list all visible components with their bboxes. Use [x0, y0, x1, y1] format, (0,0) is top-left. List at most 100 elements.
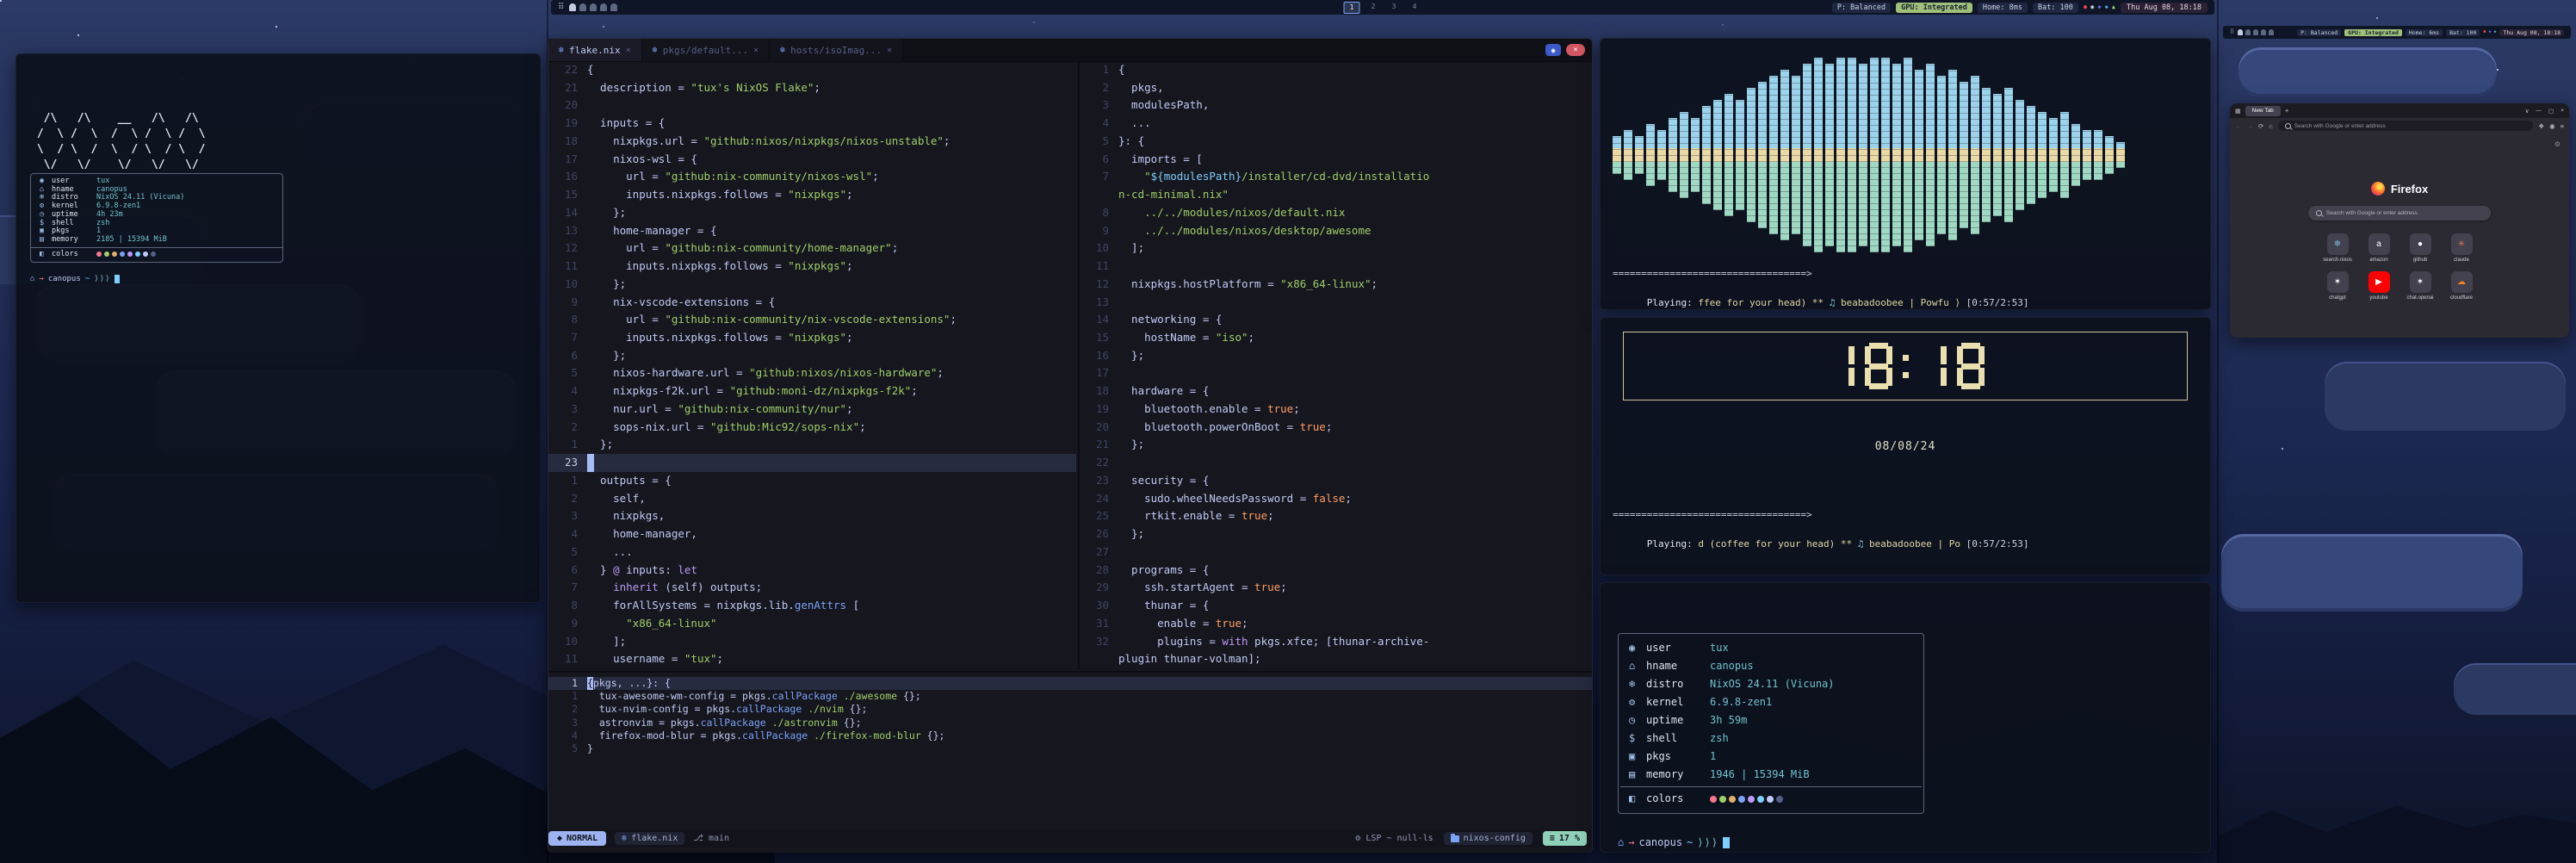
shortcut-tile[interactable]: aamazon: [2360, 233, 2398, 263]
tag-icon[interactable]: [2238, 29, 2243, 35]
volume-tray-icon[interactable]: ▲: [2112, 4, 2115, 10]
maximize-button[interactable]: ▢: [2548, 108, 2554, 115]
tag-icon[interactable]: [590, 3, 597, 11]
clock-widget[interactable]: Thu Aug 08, 18:18: [2499, 29, 2564, 36]
workspace-4[interactable]: 4: [1408, 2, 1422, 12]
line-number: 14: [1080, 311, 1118, 329]
secondary-top-bar: ⠿ P: BalancedGPU: Integrated Home: 6msBat…: [2223, 26, 2571, 39]
firefox-window[interactable]: ▦ New Tab + ∨ — ▢ × ← → ⟳ ⌂ Search with …: [2230, 103, 2569, 338]
search-input[interactable]: Search with Google or enter address: [2308, 206, 2491, 220]
chat-tray-icon[interactable]: ◉: [2090, 4, 2094, 10]
shortcut-tile[interactable]: ●github: [2401, 233, 2439, 263]
fetch-label: pkgs: [1646, 748, 1710, 766]
shortcut-tile[interactable]: ▶youtube: [2360, 271, 2398, 301]
extensions-icon[interactable]: ❖: [2538, 122, 2544, 130]
discord-tray-icon[interactable]: ◆: [2488, 30, 2491, 34]
visualizer-bar: [1769, 76, 1778, 234]
close-window-button[interactable]: ×: [1566, 44, 1585, 56]
forward-button[interactable]: →: [2247, 122, 2254, 130]
close-tab-icon[interactable]: ×: [753, 46, 759, 55]
color-dot: [104, 251, 109, 257]
tag-icon[interactable]: [579, 3, 586, 11]
menu-icon[interactable]: ⠿: [558, 3, 564, 12]
editor-window[interactable]: ❄flake.nix×❄pkgs/default...×❄hosts/isoIm…: [548, 38, 1593, 853]
shortcut-tile[interactable]: ✶chatgpt: [2319, 271, 2356, 301]
line-number: 6: [548, 562, 587, 580]
tag-icon[interactable]: [2261, 29, 2266, 35]
telegram-tray-icon[interactable]: ◆: [2105, 4, 2108, 10]
back-button[interactable]: ←: [2235, 122, 2242, 130]
workspace-1[interactable]: 1: [1344, 2, 1360, 14]
reload-button[interactable]: ⟳: [2258, 122, 2263, 130]
shell-prompt[interactable]: ⌂ → canopus ~ ⟩⟩⟩: [1618, 836, 1730, 848]
status-badge[interactable]: Home: 6ms: [2406, 29, 2443, 36]
color-dot: [112, 251, 117, 257]
status-badge[interactable]: Bat: 100: [2446, 29, 2480, 36]
account-icon[interactable]: ◉: [2549, 122, 2555, 130]
tag-icon[interactable]: [569, 3, 576, 11]
status-badge[interactable]: P: Balanced: [2297, 29, 2341, 36]
clock-widget[interactable]: Thu Aug 08, 18:18: [2121, 3, 2208, 13]
firefox-view-icon[interactable]: ▦: [2235, 108, 2241, 115]
minimize-button[interactable]: —: [2536, 108, 2542, 114]
code-line: 5}: [548, 742, 1592, 755]
status-badge[interactable]: Home: 8ms: [1978, 3, 2028, 13]
editor-tab[interactable]: ❄hosts/isoImag...×: [770, 39, 903, 61]
shortcut-tile[interactable]: ✶chat.openai: [2401, 271, 2439, 301]
new-tab-button[interactable]: +: [2285, 107, 2289, 115]
git-branch[interactable]: ⎇ main: [693, 834, 729, 843]
line-number: 32: [1080, 633, 1118, 651]
status-badge[interactable]: GPU: Integrated: [1896, 3, 1972, 13]
record-tray-icon[interactable]: ●: [2483, 30, 2486, 34]
file-chip[interactable]: ❄ flake.nix: [615, 832, 684, 845]
code-text: {: [587, 61, 594, 79]
code-line: 5 nixos-hardware.url = "github:nixos/nix…: [548, 364, 1076, 382]
tag-icon[interactable]: [2245, 29, 2251, 35]
tag-icon[interactable]: [2253, 29, 2258, 35]
project-chip[interactable]: nixos-config: [1444, 832, 1533, 845]
telegram-tray-icon[interactable]: ◆: [2493, 30, 2496, 34]
line-number: 26: [1080, 525, 1118, 543]
workspace-2[interactable]: 2: [1366, 2, 1381, 12]
panel-toggle-button[interactable]: ◉: [1545, 44, 1561, 56]
tag-icon[interactable]: [610, 3, 617, 11]
status-badge[interactable]: P: Balanced: [1832, 3, 1891, 13]
shortcut-tile[interactable]: ☁cloudflare: [2443, 271, 2480, 301]
code-pane-iso[interactable]: 1{2 pkgs,3 modulesPath,4 ...5}: {6 impor…: [1078, 61, 1592, 669]
tag-icon[interactable]: [2269, 29, 2274, 35]
fetch-row: ❄distroNixOS 24.11 (Vicuna): [1629, 675, 1913, 693]
close-button[interactable]: ×: [2561, 108, 2564, 114]
shortcut-tile[interactable]: ❄search.nixos: [2319, 233, 2356, 263]
close-tab-icon[interactable]: ×: [626, 46, 631, 55]
discord-tray-icon[interactable]: ◆: [2097, 4, 2101, 10]
tab-list-icon[interactable]: ∨: [2525, 108, 2530, 115]
close-tab-icon[interactable]: ×: [887, 46, 892, 55]
status-badge[interactable]: Bat: 100: [2033, 3, 2078, 13]
tag-icon[interactable]: [600, 3, 607, 11]
code-pane-pkgs[interactable]: 1{pkgs, ...}: {1 tux-awesome-wm-config =…: [548, 671, 1592, 835]
lsp-status[interactable]: ⚙ LSP ~ null-ls: [1355, 834, 1433, 843]
code-text: tux-nvim-config = pkgs.callPackage ./nvi…: [587, 703, 867, 716]
menu-icon[interactable]: ⠿: [2230, 29, 2234, 35]
browser-tab[interactable]: New Tab: [2245, 106, 2281, 116]
editor-tab[interactable]: ❄flake.nix×: [548, 39, 642, 61]
fetch-window[interactable]: ◉usertux⌂hnamecanopus❄distroNixOS 24.11 …: [1600, 582, 2211, 853]
status-badge[interactable]: GPU: Integrated: [2344, 29, 2402, 36]
color-dot: [96, 251, 102, 257]
shortcut-tile[interactable]: ✳claude: [2443, 233, 2480, 263]
code-pane-flake[interactable]: 22{21 description = "tux's NixOS Flake";…: [548, 61, 1076, 669]
terminal-window[interactable]: /\ /\ __ /\ /\ / \ / \ / \ / \ / \ \ / \…: [15, 53, 541, 603]
menu-icon[interactable]: ≡: [2561, 122, 2564, 130]
record-tray-icon[interactable]: ●: [2084, 4, 2087, 10]
shell-prompt[interactable]: ⌂ → canopus ~ ⟩⟩⟩: [30, 275, 120, 283]
code-text: self,: [587, 490, 646, 508]
visualizer-window[interactable]: ==================================> Play…: [1600, 38, 2211, 310]
code-line: 24 sudo.wheelNeedsPassword = false;: [1080, 490, 1592, 508]
editor-tab[interactable]: ❄pkgs/default...×: [642, 39, 770, 61]
home-button[interactable]: ⌂: [2269, 122, 2273, 130]
url-bar[interactable]: Search with Google or enter address: [2278, 121, 2534, 131]
clock-window[interactable]: 08/08/24 ===============================…: [1600, 317, 2211, 575]
workspace-3[interactable]: 3: [1387, 2, 1402, 12]
personalize-gear-icon[interactable]: ⚙: [2554, 140, 2561, 148]
code-line: 8 forAllSystems = nixpkgs.lib.genAttrs [: [548, 597, 1076, 615]
